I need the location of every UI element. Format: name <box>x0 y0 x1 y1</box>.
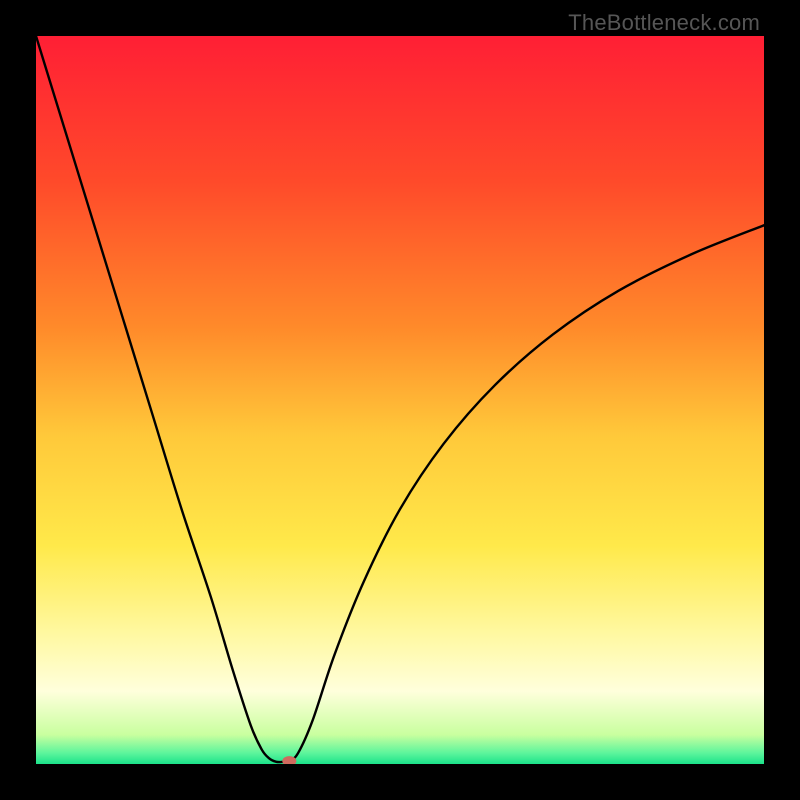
gradient-background <box>36 36 764 764</box>
chart-canvas <box>36 36 764 764</box>
chart-svg <box>36 36 764 764</box>
watermark-text: TheBottleneck.com <box>568 10 760 36</box>
